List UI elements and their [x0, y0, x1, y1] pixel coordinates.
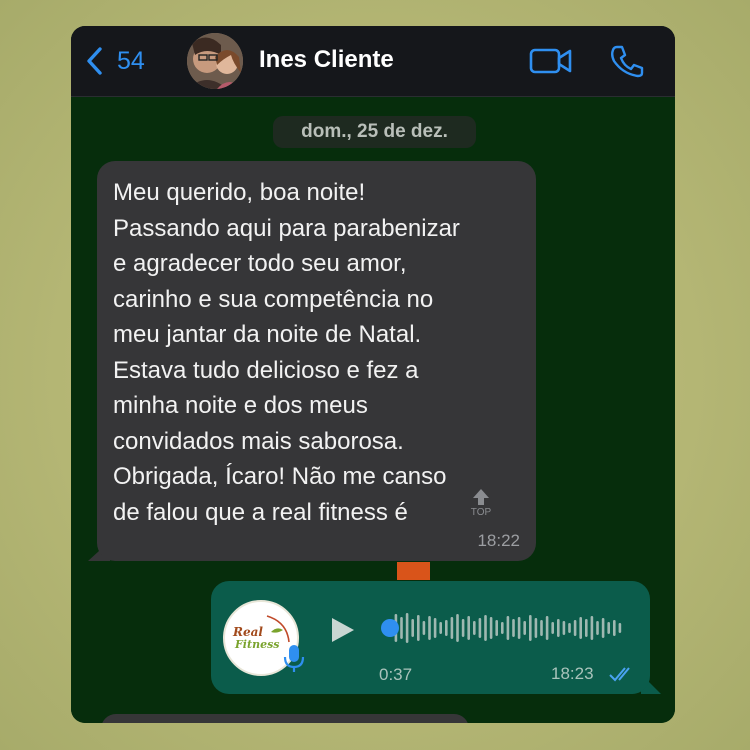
waveform-bar: [461, 619, 465, 637]
voice-call-button[interactable]: [609, 44, 645, 78]
waveform-bar: [585, 619, 588, 637]
message-time: 18:22: [477, 531, 520, 550]
avatar-photo: [187, 33, 243, 89]
waveform-bar: [601, 618, 605, 638]
play-icon: [332, 618, 354, 642]
waveform-bar: [557, 619, 560, 637]
arrow-up-icon: [473, 489, 489, 505]
waveform-bar: [445, 620, 448, 636]
date-separator: dom., 25 de dez.: [273, 116, 476, 148]
audio-waveform[interactable]: [379, 609, 625, 647]
waveform-bar: [512, 619, 515, 637]
play-button[interactable]: [327, 615, 357, 645]
waveform-bar: [607, 622, 610, 634]
waveform-bar: [568, 623, 571, 633]
waveform-bar: [540, 620, 543, 636]
waveform-bar: [422, 621, 426, 635]
orange-strip: [397, 562, 430, 580]
incoming-message-bubble[interactable]: Meu querido, boa noite! Passando aqui pa…: [97, 161, 536, 561]
waveform-bar: [613, 620, 616, 636]
waveform-bar: [506, 616, 510, 640]
waveform-bar: [428, 616, 431, 640]
logo-text-real: Real: [233, 625, 263, 639]
waveform-bar: [450, 617, 454, 639]
audio-duration: 0:37: [379, 665, 413, 684]
waveform-bar: [400, 617, 403, 639]
waveform-bar: [618, 623, 622, 633]
waveform-bar: [417, 615, 420, 641]
logo-text-fitness: Fitness: [235, 638, 280, 651]
double-check-icon: [609, 667, 630, 682]
waveform-bar: [517, 617, 521, 639]
waveform-bar: [411, 619, 414, 637]
next-message-bubble[interactable]: [101, 714, 469, 723]
waveform-bar: [489, 617, 493, 639]
waveform-bar: [590, 616, 594, 640]
waveform-bar: [467, 616, 470, 640]
video-call-button[interactable]: [529, 47, 573, 75]
waveform-bar: [529, 615, 532, 641]
waveform-bar: [439, 622, 442, 634]
waveform-bar: [405, 613, 409, 643]
contact-name[interactable]: Ines Cliente: [259, 46, 394, 74]
waveform-bar: [473, 621, 476, 635]
waveform-bar: [501, 622, 504, 634]
waveform-bar: [484, 615, 487, 641]
unread-count: 54: [117, 46, 145, 75]
chat-header: 54 Ines Cliente: [71, 26, 675, 97]
waveform-bar: [456, 614, 459, 642]
waveform-bar: [573, 620, 577, 636]
message-time: 18:23: [551, 664, 594, 683]
waveform-bar: [433, 618, 437, 638]
waveform-bar: [596, 621, 599, 635]
outgoing-audio-bubble[interactable]: Real Fitness 0:37 18:23: [211, 581, 650, 694]
waveform-bar: [495, 620, 498, 636]
waveform-bar: [534, 618, 538, 638]
scroll-top-icon[interactable]: TOP: [466, 487, 496, 523]
waveform-bar: [551, 622, 554, 634]
waveform-bar: [478, 618, 482, 638]
waveform-bar: [579, 617, 582, 639]
avatar[interactable]: [187, 33, 243, 89]
waveform-bar: [523, 621, 526, 635]
chat-area[interactable]: dom., 25 de dez. Meu querido, boa noite!…: [71, 97, 675, 723]
playback-knob[interactable]: [381, 619, 399, 637]
message-text: Meu querido, boa noite! Passando aqui pa…: [113, 179, 460, 526]
waveform-bar: [562, 621, 566, 635]
back-button[interactable]: 54: [85, 44, 155, 78]
phone-icon: [611, 45, 644, 78]
video-camera-icon: [529, 48, 572, 74]
chat-window: 54 Ines Cliente dom., 25 de dez. Meu que…: [71, 26, 675, 723]
chevron-left-icon: [87, 47, 102, 75]
waveform-bar: [545, 616, 549, 640]
top-label: TOP: [470, 507, 492, 518]
microphone-icon: [283, 645, 305, 672]
